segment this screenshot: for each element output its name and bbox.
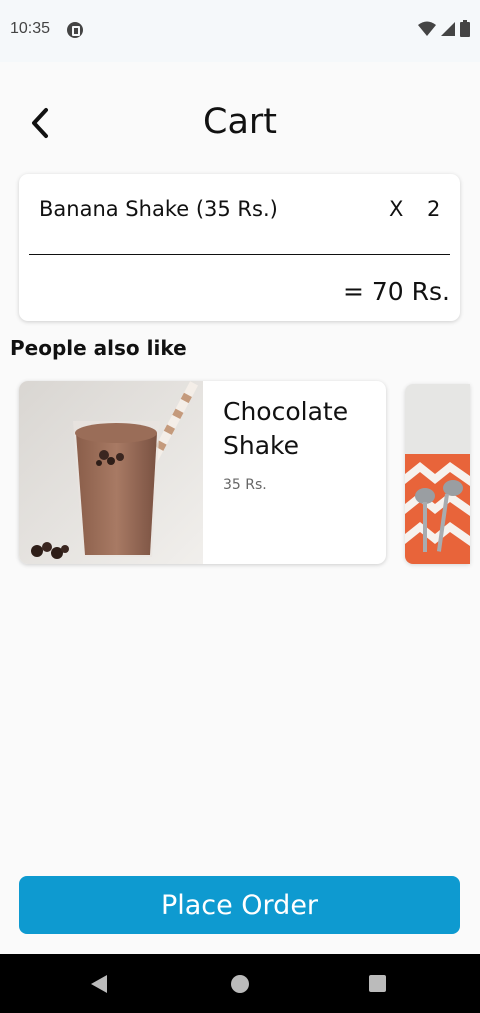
cart-item-quantity: 2 xyxy=(427,197,441,221)
place-order-button[interactable]: Place Order xyxy=(19,876,460,934)
wifi-icon xyxy=(418,21,436,36)
nav-recents-icon[interactable] xyxy=(369,975,386,992)
signal-icon xyxy=(441,21,455,36)
suggestion-name: Chocolate Shake xyxy=(223,397,349,460)
status-bar: 10:35 xyxy=(0,0,480,62)
cart-item-multiplier: X xyxy=(389,197,404,221)
suggestion-card-partial[interactable] xyxy=(405,384,470,564)
cart-summary-card: Banana Shake (35 Rs.) X 2 = 70 Rs. xyxy=(19,174,460,321)
suggestions-title: People also like xyxy=(10,336,187,360)
nav-back-icon[interactable] xyxy=(91,975,107,993)
cart-item-name: Banana Shake (35 Rs.) xyxy=(39,197,278,221)
cart-total: = 70 Rs. xyxy=(343,277,450,306)
chocolate-shake-image xyxy=(19,381,203,564)
page-title: Cart xyxy=(203,102,277,142)
spoons-image xyxy=(405,384,470,564)
status-time: 10:35 xyxy=(10,20,51,37)
system-icons xyxy=(418,20,470,37)
divider xyxy=(29,254,450,255)
system-nav-bar xyxy=(0,954,480,1013)
suggestion-card[interactable]: Chocolate Shake 35 Rs. xyxy=(19,381,386,564)
suggestion-price: 35 Rs. xyxy=(223,477,267,493)
battery-icon xyxy=(460,20,470,37)
nav-home-icon[interactable] xyxy=(231,975,249,993)
notification-icon xyxy=(67,22,83,38)
